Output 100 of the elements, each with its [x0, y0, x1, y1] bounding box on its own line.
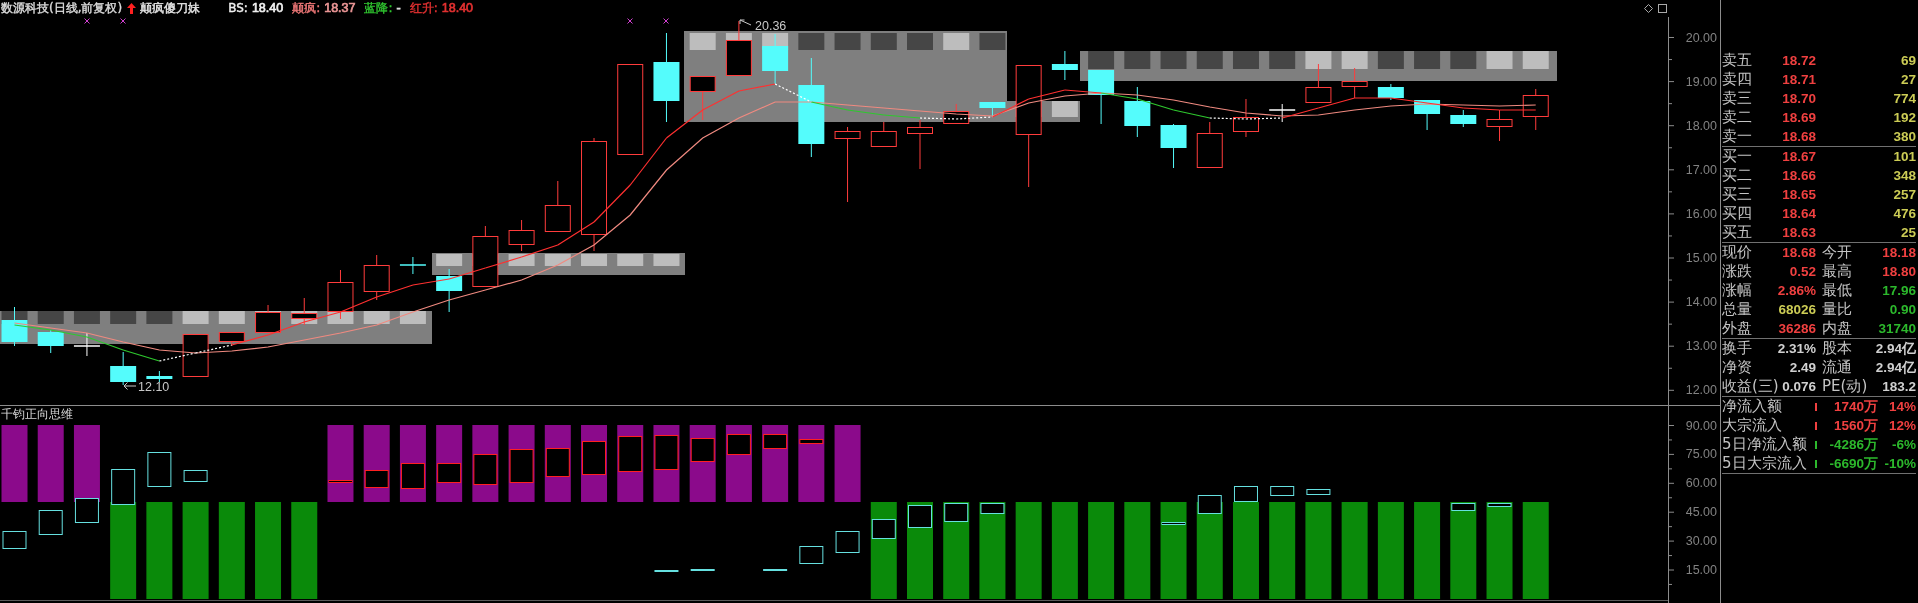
stat-label: 流通: [1822, 358, 1852, 377]
band-square: [1414, 51, 1441, 69]
stat-value: 36286: [1778, 320, 1816, 338]
ask-price: 18.69: [1782, 109, 1816, 127]
band-square: [943, 33, 970, 50]
indicator-box: [473, 454, 498, 485]
indicator-box: [38, 510, 63, 535]
band-square: [653, 254, 680, 266]
flow-percent: -6%: [1892, 436, 1916, 454]
indicator-box: [400, 463, 425, 489]
bid-volume: 476: [1893, 205, 1916, 223]
band-square: [1269, 51, 1296, 69]
band-square: [1196, 51, 1223, 69]
band-square: [110, 311, 137, 324]
axis-label: 75.00: [1685, 447, 1717, 462]
stat-value: 31740: [1878, 320, 1916, 338]
indicator-box: [726, 434, 751, 455]
candlestick: [1124, 86, 1151, 138]
bid-volume: 348: [1893, 167, 1916, 185]
indicator-box: [799, 439, 824, 444]
bid-price: 18.65: [1782, 186, 1816, 204]
candlestick: [1, 306, 28, 347]
candlestick: [943, 103, 970, 124]
stat-label: 内盘: [1822, 319, 1852, 338]
stat-value: 2.49: [1789, 359, 1816, 377]
price-label: 20.36: [755, 19, 787, 33]
square-icon[interactable]: [1658, 4, 1667, 13]
flow-percent: -10%: [1884, 455, 1916, 473]
candlestick: [1522, 88, 1549, 131]
ask-label: 卖五: [1722, 51, 1753, 70]
candlestick: [870, 121, 897, 147]
flow-amount: -4286万: [1829, 436, 1878, 454]
indicator-box: [364, 470, 389, 488]
candlestick: [1196, 121, 1223, 168]
bid-volume: 25: [1900, 224, 1916, 242]
cross-marker-icon: [663, 18, 669, 24]
candlestick: [182, 334, 209, 377]
axis-label: 15.00: [1685, 563, 1717, 577]
indicator-box: [183, 470, 208, 482]
candlestick: [399, 256, 427, 275]
stat-label: 现价: [1722, 243, 1752, 262]
indicator-box: [654, 435, 679, 470]
indicator-box: [835, 531, 860, 553]
axis-label: 12.00: [1685, 383, 1717, 398]
indicator-box: [690, 438, 715, 462]
axis-label: 18.00: [1685, 118, 1717, 133]
indicator-box: [618, 436, 643, 472]
candlestick: [363, 254, 390, 301]
indicator-box: [111, 469, 136, 505]
axis-label: 15.00: [1685, 251, 1717, 265]
indicator-box: [980, 503, 1005, 514]
leader-arrow: [123, 382, 137, 390]
ask-volume: 192: [1893, 109, 1916, 127]
ask-volume: 69: [1900, 52, 1916, 70]
stat-value: 18.18: [1882, 244, 1916, 262]
candlestick: [1377, 83, 1404, 101]
readout-value: 18.40: [441, 1, 474, 16]
readout-label: 红升:: [409, 1, 438, 16]
axis-label: 19.00: [1685, 74, 1717, 89]
axis-label: 60.00: [1685, 476, 1717, 491]
stat-label: 最高: [1822, 262, 1852, 281]
candlestick: [1305, 63, 1332, 103]
band-square: [798, 33, 825, 50]
stat-label: 收益(三): [1722, 377, 1779, 396]
bid-label: 买一: [1722, 147, 1753, 166]
indicator-box: [545, 448, 570, 477]
indicator-box: [437, 463, 462, 483]
band-square: [689, 33, 716, 50]
ask-label: 卖四: [1722, 70, 1753, 89]
flow-label: 净流入额: [1722, 397, 1783, 416]
band-square: [907, 33, 933, 50]
flow-label: 大宗流入: [1722, 416, 1783, 435]
flow-percent: 14%: [1888, 398, 1916, 416]
stat-value: 18.80: [1882, 263, 1916, 281]
diamond-icon[interactable]: [1644, 4, 1653, 13]
ask-label: 卖一: [1722, 127, 1753, 146]
stat-value: 2.86%: [1777, 282, 1816, 300]
band-square: [218, 311, 245, 324]
axis-label: 90.00: [1685, 418, 1717, 433]
stat-value: 183.2: [1882, 378, 1916, 396]
axis-label: 16.00: [1685, 206, 1717, 221]
bid-price: 18.63: [1782, 224, 1816, 242]
candlestick: [1341, 67, 1368, 99]
readout-label: BS:: [228, 1, 248, 16]
band-square: [1341, 51, 1368, 69]
candlestick: [725, 20, 752, 76]
bid-volume: 257: [1893, 186, 1916, 204]
candlestick: [436, 268, 463, 313]
band-square: [1450, 51, 1477, 69]
bid-label: 买二: [1722, 166, 1753, 185]
band-square: [979, 33, 1006, 50]
stat-value: 18.68: [1782, 244, 1816, 262]
candlestick: [110, 351, 137, 386]
band-square: [834, 33, 861, 50]
indicator-box: [763, 569, 788, 571]
ask-volume: 774: [1893, 90, 1916, 108]
ask-price: 18.71: [1782, 71, 1816, 89]
ask-price: 18.70: [1782, 90, 1816, 108]
cross-marker-icon: [120, 18, 126, 24]
candlestick: [544, 180, 571, 232]
